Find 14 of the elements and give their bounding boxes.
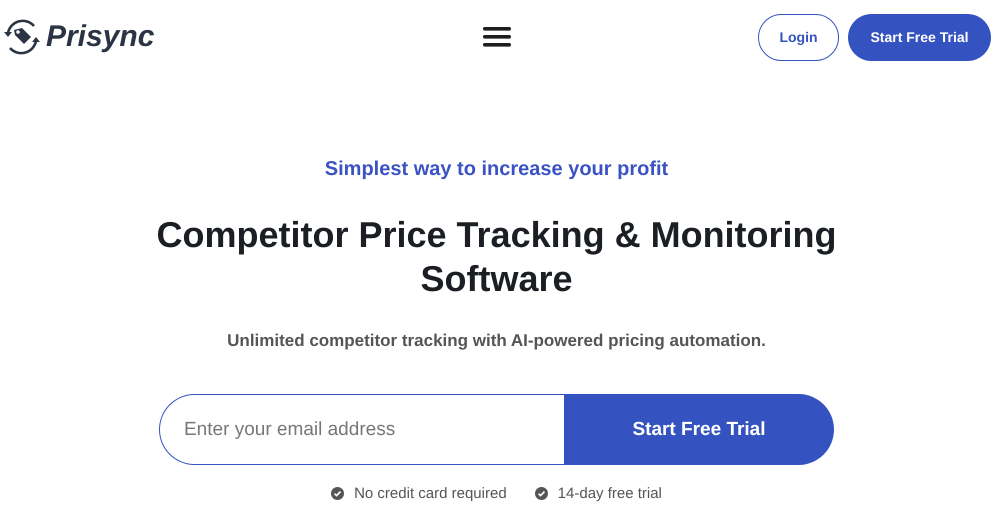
tagline: Simplest way to increase your profit: [324, 158, 668, 181]
logo-text[interactable]: Prisync: [46, 20, 154, 54]
hero-subtitle: Unlimited competitor tracking with AI-powered pricing automation.: [227, 331, 766, 351]
email-field[interactable]: Enter your email address: [159, 394, 564, 465]
login-button[interactable]: Login: [758, 14, 839, 60]
feature-text: 14-day free trial: [558, 485, 662, 502]
check-circle-icon: [331, 487, 344, 500]
start-trial-button[interactable]: Start Free Trial: [848, 14, 991, 60]
menu-icon[interactable]: [482, 26, 510, 48]
start-trial-submit-button[interactable]: Start Free Trial: [564, 394, 834, 465]
feature-text: No credit card required: [354, 485, 507, 502]
tag-logo-icon: [2, 17, 42, 57]
check-circle-icon: [534, 487, 548, 500]
hero-title: Competitor Price Tracking & Monitoring Software: [155, 213, 838, 301]
